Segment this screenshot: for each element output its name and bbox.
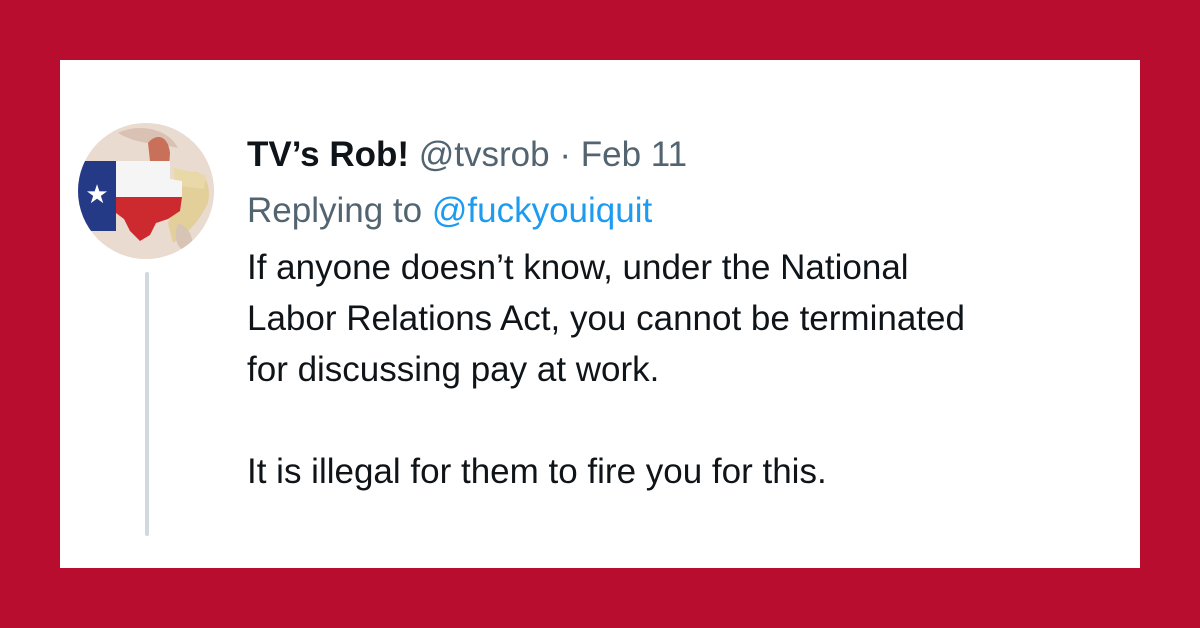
tweet-header: TV’s Rob! @tvsrob · Feb 11 <box>247 132 1127 178</box>
svg-text:★: ★ <box>85 180 108 210</box>
tweet-paragraph: If anyone doesn’t know, under the Nation… <box>247 248 965 389</box>
texas-flag-avatar-icon: ★ <box>78 123 214 259</box>
tweet-date[interactable]: Feb 11 <box>581 135 687 174</box>
tweet-content: TV’s Rob! @tvsrob · Feb 11 Replying to @… <box>247 132 1127 497</box>
reply-target-link[interactable]: @fuckyouiquit <box>432 191 652 230</box>
tweet-card: ★ TV’s Rob! @tvsrob · Feb 11 Replying to… <box>60 60 1140 568</box>
separator-dot: · <box>559 135 571 174</box>
avatar[interactable]: ★ <box>78 123 214 259</box>
reply-prefix: Replying to <box>247 191 423 230</box>
reply-context: Replying to @fuckyouiquit <box>247 188 1127 234</box>
tweet-body: If anyone doesn’t know, under the Nation… <box>247 242 1127 497</box>
author-display-name[interactable]: TV’s Rob! <box>247 135 409 174</box>
thread-line <box>145 272 149 536</box>
tweet-paragraph: It is illegal for them to fire you for t… <box>247 452 827 491</box>
author-handle[interactable]: @tvsrob <box>419 135 550 174</box>
